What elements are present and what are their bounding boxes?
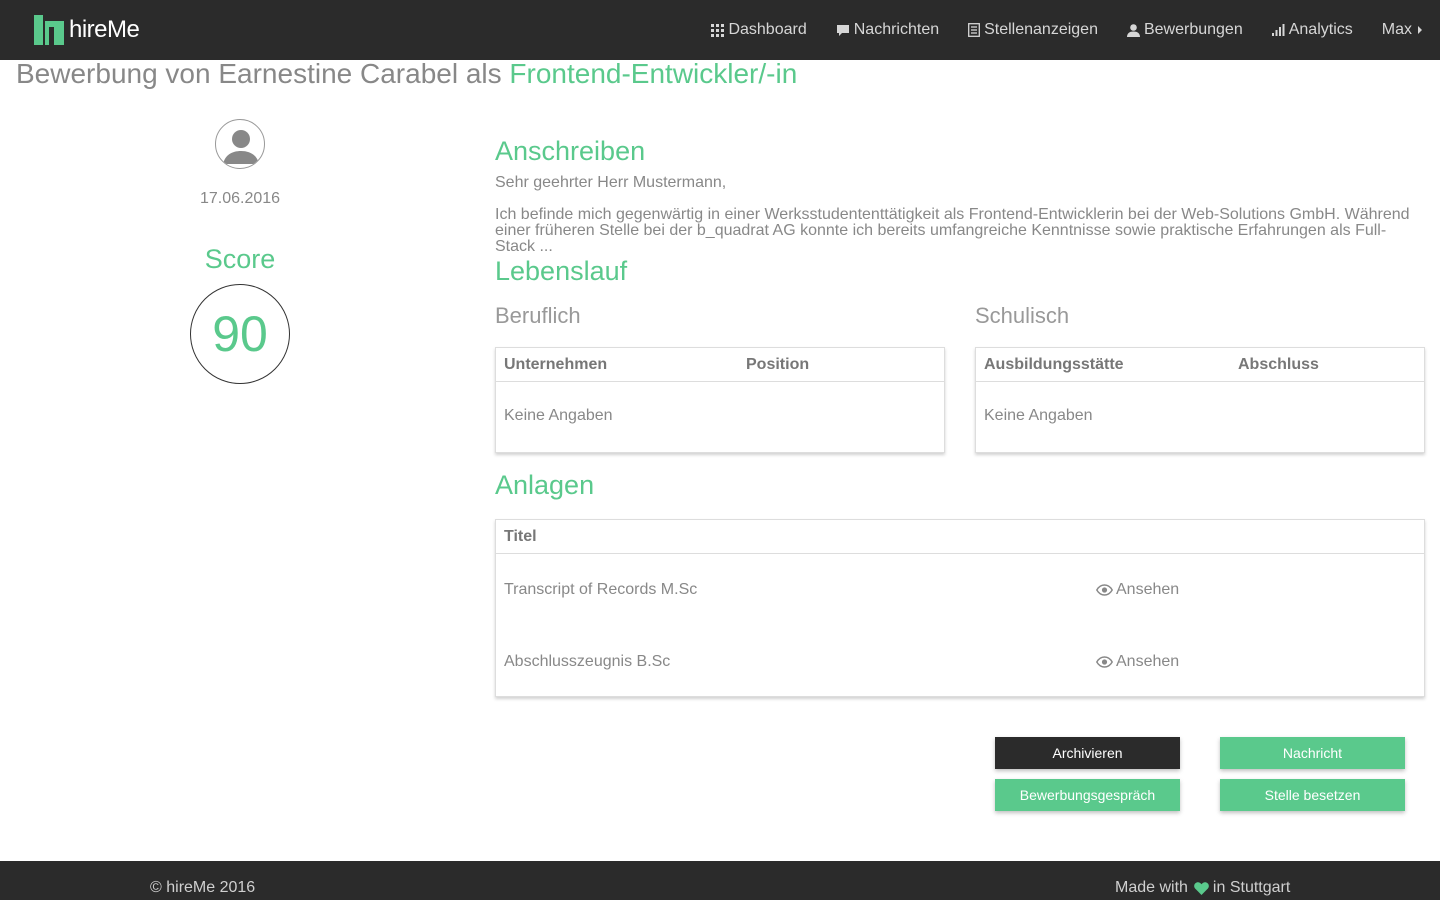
nav-label: Analytics	[1288, 21, 1353, 38]
view-attachment-link[interactable]: Ansehen	[1096, 581, 1179, 599]
footer-made-with: Made with in Stuttgart	[1115, 879, 1290, 897]
message-button[interactable]: Nachricht	[1220, 737, 1405, 769]
table-row: Transcript of Records M.Sc Ansehen	[496, 555, 1424, 627]
nav-label: Dashboard	[728, 21, 807, 38]
page-title-position: Frontend-Entwickler/-in	[509, 58, 798, 89]
cover-letter-body: Ich befinde mich gegenwärtig in einer We…	[495, 206, 1410, 255]
column-header-company: Unternehmen	[504, 356, 608, 373]
score-circle: 90	[190, 284, 290, 384]
brand-link[interactable]: hireMe	[34, 14, 140, 46]
column-header-position: Position	[746, 356, 810, 373]
grid-icon	[711, 23, 725, 37]
attachments-title: Anlagen	[495, 470, 595, 500]
attachment-title: Abschlusszeugnis B.Sc	[504, 653, 671, 670]
nav-item-analytics[interactable]: Analytics	[1271, 21, 1353, 39]
main-nav: Dashboard Nachrichten Stellenanzeigen Be…	[682, 0, 1422, 60]
view-attachment-link[interactable]: Ansehen	[1096, 653, 1179, 671]
footer: © hireMe 2016 Made with in Stuttgart	[0, 861, 1440, 900]
cover-letter-title: Anschreiben	[495, 136, 646, 166]
cv-professional-table: Unternehmen Position Keine Angaben	[495, 347, 945, 453]
page-title-prefix: Bewerbung von Earnestine Carabel als	[16, 58, 510, 89]
table-row: Abschlusszeugnis B.Sc Ansehen	[496, 627, 1424, 699]
cv-education-title: Schulisch	[975, 303, 1070, 328]
nav-item-stellenanzeigen[interactable]: Stellenanzeigen	[968, 21, 1098, 39]
eye-icon	[1096, 584, 1113, 596]
user-avatar-icon	[223, 130, 259, 164]
application-date: 17.06.2016	[199, 190, 281, 207]
nav-item-nachrichten[interactable]: Nachrichten	[836, 21, 939, 39]
cv-education-table: Ausbildungsstätte Abschluss Keine Angabe…	[975, 347, 1425, 453]
score-label: Score	[204, 244, 276, 274]
table-header: Unternehmen Position	[496, 348, 944, 382]
interview-button[interactable]: Bewerbungsgespräch	[995, 779, 1180, 811]
avatar	[215, 119, 265, 169]
nav-label: Nachrichten	[853, 21, 940, 38]
nav-item-bewerbungen[interactable]: Bewerbungen	[1126, 21, 1243, 39]
table-header: Ausbildungsstätte Abschluss	[976, 348, 1424, 382]
brand-name: hireMe	[69, 16, 140, 43]
caret-right-icon	[1418, 26, 1422, 34]
nav-label: Stellenanzeigen	[984, 21, 1098, 38]
chat-icon	[836, 24, 850, 37]
footer-made-with-text: Made with	[1115, 879, 1188, 896]
eye-icon	[1096, 656, 1113, 668]
score-value: 90	[212, 306, 268, 362]
page-title: Bewerbung von Earnestine Carabel als Fro…	[16, 58, 797, 90]
footer-location: in Stuttgart	[1212, 879, 1291, 896]
cv-title: Lebenslauf	[495, 256, 628, 286]
nav-user-menu[interactable]: Max	[1382, 21, 1422, 39]
column-header-institution: Ausbildungsstätte	[984, 356, 1124, 373]
nav-item-dashboard[interactable]: Dashboard	[711, 21, 807, 39]
nav-user-name: Max	[1381, 21, 1412, 38]
signal-bars-icon	[1271, 24, 1285, 36]
empty-state: Keine Angaben	[504, 407, 613, 424]
attachments-table: Titel Transcript of Records M.Sc Ansehen…	[495, 519, 1425, 697]
heart-icon	[1194, 881, 1209, 895]
hireme-logo-icon	[34, 15, 64, 45]
list-icon	[968, 23, 981, 37]
nav-label: Bewerbungen	[1143, 21, 1243, 38]
view-label: Ansehen	[1116, 581, 1180, 598]
empty-state: Keine Angaben	[984, 407, 1093, 424]
column-header-title: Titel	[504, 528, 537, 545]
user-icon	[1126, 23, 1140, 37]
footer-copyright: © hireMe 2016	[150, 879, 256, 896]
cv-professional-title: Beruflich	[495, 303, 581, 328]
attachment-title: Transcript of Records M.Sc	[504, 581, 698, 598]
view-label: Ansehen	[1116, 653, 1180, 670]
table-header: Titel	[496, 520, 1424, 554]
cover-letter-greeting: Sehr geehrter Herr Mustermann,	[495, 174, 727, 191]
fill-position-button[interactable]: Stelle besetzen	[1220, 779, 1405, 811]
column-header-degree: Abschluss	[1238, 356, 1319, 373]
archive-button[interactable]: Archivieren	[995, 737, 1180, 769]
top-navbar: hireMe Dashboard Nachrichten Stellenanze…	[0, 0, 1440, 60]
